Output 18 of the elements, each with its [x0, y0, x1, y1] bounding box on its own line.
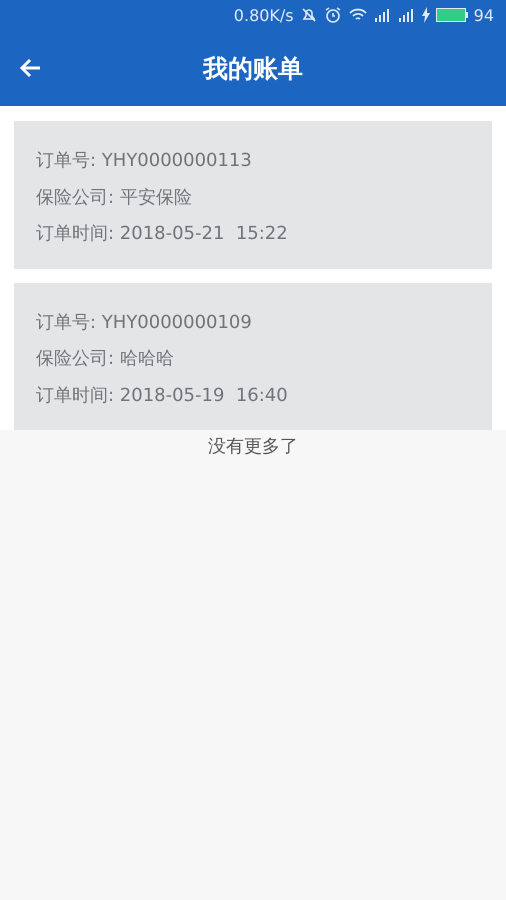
bell-off-icon — [300, 6, 318, 24]
order-detail: 订单时间: 2018-05-19 16:40 — [36, 384, 289, 408]
charging-icon — [422, 7, 430, 23]
alarm-icon — [324, 6, 342, 24]
page-title: 我的账单 — [202, 52, 304, 84]
order-card[interactable]: 订单号: YHY0000000113 保险公司: 平安保险 订单时间: 2018-05-21 15:22 — [14, 121, 492, 268]
signal-icon — [398, 8, 416, 22]
order-card[interactable]: 订单号: YHY0000000109 保险公司: 哈哈哈 订单时间: 2018-05-19 16:40 — [14, 282, 492, 430]
order-detail: 订单号: YHY0000000109 — [36, 310, 253, 334]
order-detail: 订单时间: 2018-05-21 15:22 — [36, 222, 289, 246]
order-detail: 保险公司: 哈哈哈 — [36, 347, 175, 371]
battery-icon — [436, 8, 468, 22]
signal-icon — [374, 8, 392, 22]
order-detail: 保险公司: 平安保险 — [36, 186, 193, 210]
no-more-text: 没有更多了 — [207, 435, 299, 458]
order-detail: 订单号: YHY0000000113 — [36, 149, 253, 173]
battery-percent: 94 — [474, 6, 494, 24]
network-speed: 0.80K/s — [234, 6, 294, 24]
